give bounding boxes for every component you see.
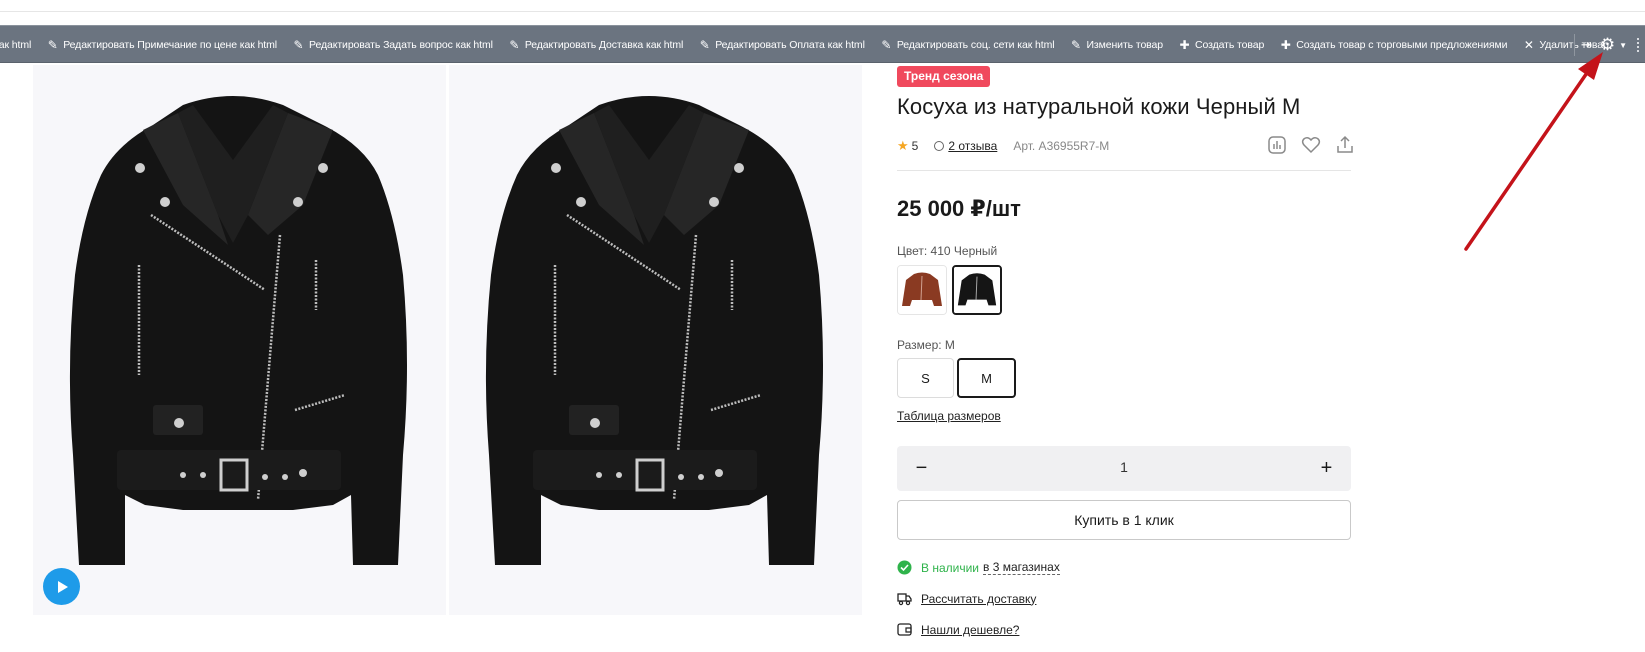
product-price: 25 000 ₽/шт: [897, 196, 1021, 221]
jacket-image: [69, 96, 407, 565]
product-actions: [1267, 135, 1355, 155]
gear-icon[interactable]: ⚙: [1600, 35, 1615, 55]
pencil-icon: ✎: [293, 38, 304, 52]
toolbar-item-label: Редактировать Доставка как html: [524, 39, 684, 51]
buy-one-click-button[interactable]: Купить в 1 клик: [897, 500, 1351, 540]
pencil-icon: ✎: [1070, 38, 1081, 52]
jacket-image: [485, 96, 823, 565]
toolbar-item-label: Редактировать Примечание по цене как htm…: [63, 39, 278, 51]
heart-icon[interactable]: [1301, 135, 1321, 155]
size-option-m[interactable]: M: [957, 358, 1016, 398]
quantity-increase-button[interactable]: +: [1304, 446, 1349, 491]
close-icon: ✕: [1523, 38, 1534, 52]
calculate-delivery-link[interactable]: Рассчитать доставку: [921, 592, 1036, 606]
admin-toolbar-items: как html ✎ Редактировать Примечание по ц…: [0, 26, 1624, 62]
star-icon: ★: [897, 138, 909, 153]
toolbar-item-create-product[interactable]: ✚ Создать товар: [1178, 38, 1265, 52]
found-cheaper-link[interactable]: Нашли дешевле?: [921, 623, 1019, 637]
product-title: Косуха из натуральной кожи Черный M: [897, 94, 1301, 119]
size-option-s[interactable]: S: [897, 358, 954, 398]
toolbar-item-edit-product[interactable]: ✎ Изменить товар: [1069, 38, 1163, 52]
toolbar-item-label: Редактировать соц. сети как html: [896, 39, 1055, 51]
comment-icon: [934, 141, 945, 151]
truck-icon: [897, 593, 912, 606]
play-video-button[interactable]: [43, 568, 80, 605]
cheaper-row: Нашли дешевле?: [897, 622, 1019, 637]
color-swatch-brown[interactable]: [897, 265, 947, 315]
compare-icon[interactable]: [1267, 135, 1287, 155]
delivery-row: Рассчитать доставку: [897, 591, 1036, 606]
reviews-link[interactable]: 2 отзыва: [948, 139, 997, 153]
toolbar-item-edit-html[interactable]: как html: [0, 39, 31, 51]
toolbar-item-label: Редактировать Задать вопрос как html: [309, 39, 493, 51]
quantity-decrease-button[interactable]: −: [899, 446, 944, 491]
color-swatch-black[interactable]: [952, 265, 1002, 315]
toolbar-item-edit-price-note[interactable]: ✎ Редактировать Примечание по цене как h…: [46, 38, 277, 52]
toolbar-separator: [1573, 34, 1575, 56]
pencil-icon: ✎: [47, 38, 58, 52]
size-label: Размер: M: [897, 338, 955, 352]
availability-row: В наличии в 3 магазинах: [897, 560, 1060, 575]
toolbar-item-label: Изменить товар: [1086, 39, 1164, 51]
plus-icon: ✚: [1179, 38, 1190, 52]
chevron-down-icon[interactable]: ▼: [1619, 41, 1627, 50]
toolbar-item-label: Создать товар с торговыми предложениями: [1296, 39, 1508, 51]
plus-icon: ✚: [1280, 38, 1291, 52]
pencil-icon: ✎: [881, 38, 892, 52]
pin-icon[interactable]: ⇥: [1581, 37, 1592, 53]
product-meta: ★ 5 2 отзыва Арт. A36955R7-M: [897, 138, 1109, 154]
play-icon: [58, 580, 68, 593]
black-jacket-thumbnail: [954, 267, 1000, 313]
header-divider: [0, 11, 1645, 12]
check-circle-icon: [897, 560, 912, 575]
rating-value: 5: [911, 139, 919, 153]
toolbar-drag-handle[interactable]: [1637, 38, 1643, 52]
quantity-stepper: − 1 +: [897, 446, 1351, 491]
stores-link[interactable]: в 3 магазинах: [983, 560, 1060, 575]
toolbar-item-edit-ask-question[interactable]: ✎ Редактировать Задать вопрос как html: [292, 38, 493, 52]
availability-status: В наличии: [921, 560, 980, 575]
trend-badge: Тренд сезона: [897, 66, 991, 87]
toolbar-item-label: Редактировать Оплата как html: [715, 39, 865, 51]
pencil-icon: ✎: [699, 38, 710, 52]
product-image-main[interactable]: [33, 65, 446, 615]
product-sku: Арт. A36955R7-M: [1013, 139, 1110, 153]
toolbar-item-edit-social[interactable]: ✎ Редактировать соц. сети как html: [880, 38, 1055, 52]
toolbar-item-label: Создать товар: [1195, 39, 1265, 51]
admin-toolbar: как html ✎ Редактировать Примечание по ц…: [0, 25, 1645, 63]
toolbar-item-edit-delivery[interactable]: ✎ Редактировать Доставка как html: [508, 38, 683, 52]
product-page: как html ✎ Редактировать Примечание по ц…: [0, 0, 1645, 652]
quantity-value[interactable]: 1: [1120, 459, 1128, 475]
size-table-link[interactable]: Таблица размеров: [897, 409, 1001, 423]
admin-toolbar-right: ⇥ ⚙ ▼: [1573, 26, 1645, 62]
color-label: Цвет: 410 Черный: [897, 244, 998, 258]
wallet-icon: [897, 623, 912, 636]
meta-divider: [897, 170, 1351, 171]
toolbar-item-edit-payment[interactable]: ✎ Редактировать Оплата как html: [698, 38, 865, 52]
product-image-secondary[interactable]: [449, 65, 862, 615]
toolbar-item-create-product-offers[interactable]: ✚ Создать товар с торговыми предложениям…: [1279, 38, 1508, 52]
toolbar-item-label: как html: [0, 39, 32, 51]
pencil-icon: ✎: [509, 38, 520, 52]
brown-jacket-thumbnail: [898, 266, 946, 314]
share-icon[interactable]: [1335, 135, 1355, 155]
